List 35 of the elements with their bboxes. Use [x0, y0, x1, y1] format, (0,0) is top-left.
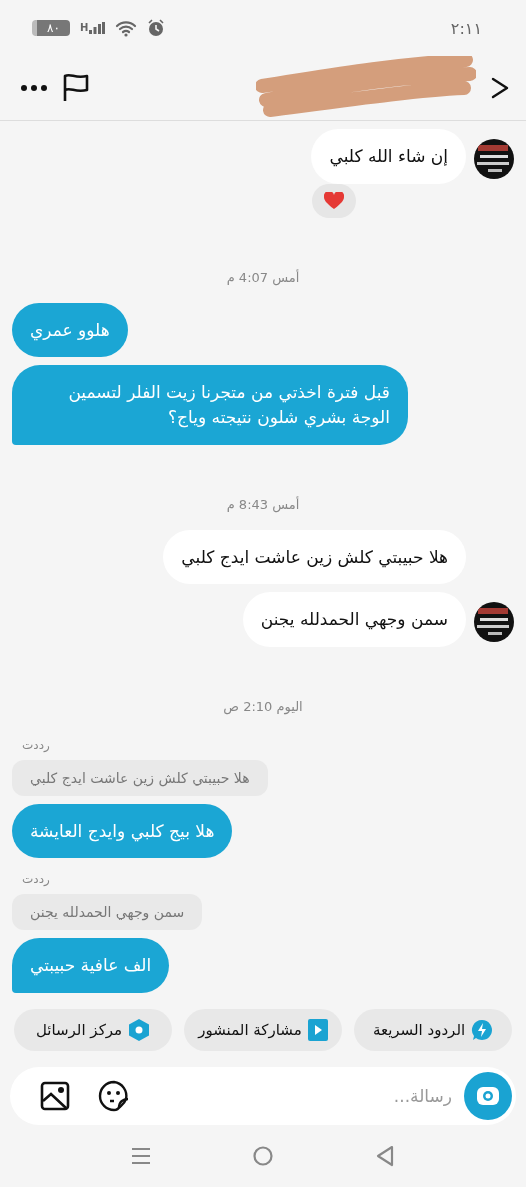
quoted-message: هلا حبيبتي كلش زين عاشت ايدج كلبي — [12, 759, 268, 796]
lightning-icon — [471, 1019, 494, 1041]
image-icon[interactable] — [40, 1081, 70, 1111]
home-nav-icon[interactable] — [253, 1146, 273, 1166]
play-icon — [307, 1019, 328, 1041]
status-time: ٢:١١ — [450, 18, 482, 38]
menu-icon[interactable] — [131, 1147, 150, 1165]
timestamp: اليوم 2:10 ص — [223, 698, 303, 714]
battery-indicator: ٨٠ — [32, 20, 70, 36]
timestamp: أمس 4:07 م — [226, 269, 300, 285]
quick-action-chip[interactable]: الردود السريعة — [354, 1009, 512, 1051]
network-type: H — [79, 22, 89, 33]
flag-icon[interactable] — [62, 73, 90, 103]
camera-icon[interactable] — [464, 1072, 512, 1120]
received-message: هلا حبيبتي كلش زين عاشت ايدج كلبي — [163, 529, 466, 585]
received-message: سمن وجهي الحمدلله يجنن — [242, 592, 466, 647]
heart-reaction-icon[interactable] — [312, 183, 356, 218]
replied-label: رددت — [21, 737, 50, 752]
sticker-icon[interactable] — [98, 1080, 130, 1112]
quick-action-chip[interactable]: مركز الرسائل — [14, 1009, 172, 1051]
sent-message: قبل فترة اخذتي من متجرنا زيت الفلر لتسمين الوجة بشري شلون نتيجته وياج؟ — [12, 365, 408, 445]
quoted-message: سمن وجهي الحمدلله يجنن — [12, 894, 203, 931]
back-nav-icon[interactable] — [376, 1145, 395, 1167]
signal-icon — [89, 22, 106, 34]
hexagon-icon — [128, 1018, 151, 1042]
timestamp: أمس 8:43 م — [226, 496, 300, 512]
sent-message: هلوو عمري — [12, 302, 128, 358]
received-message: إن شاء الله كلبي — [311, 129, 466, 184]
alarm-icon — [147, 19, 166, 37]
replied-label: رددت — [21, 872, 50, 887]
wifi-icon — [115, 19, 138, 37]
sent-message: هلا بيج كلبي وايدج العايشة — [12, 803, 233, 859]
more-icon[interactable] — [20, 84, 48, 92]
sent-message: الف عافية حبيبتي — [12, 938, 170, 994]
quick-action-chip[interactable]: مشاركة المنشور — [184, 1009, 342, 1051]
